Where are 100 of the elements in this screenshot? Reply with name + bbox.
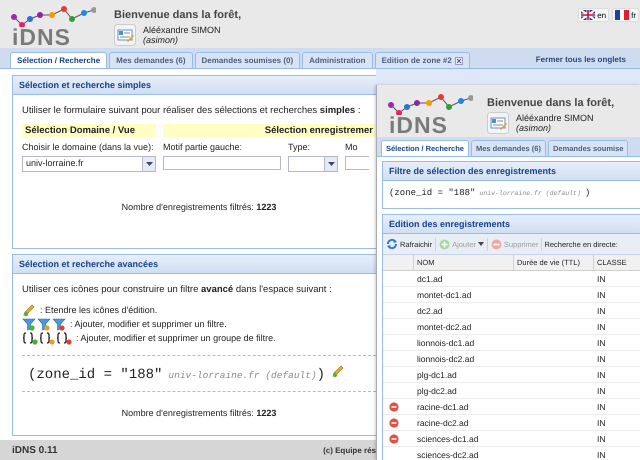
table-cell-text: IN <box>596 338 606 348</box>
input-field[interactable] <box>345 156 369 170</box>
table-row[interactable]: dc1.ad IN <box>383 271 640 287</box>
table-cell-text: IN <box>596 386 606 396</box>
tab[interactable]: Mes demandes (6) <box>109 52 193 68</box>
table-cell-text: IN <box>596 450 606 460</box>
table-cell-text: IN <box>596 434 606 444</box>
close-all-tabs-link[interactable]: Fermer tous les onglets <box>536 55 640 68</box>
logo-text: iDNS <box>12 27 71 47</box>
record-count: Nombre d'enregistrements filtrés: 1223 <box>120 408 278 418</box>
table-row[interactable]: montet-dc2.ad IN <box>383 319 640 335</box>
table-row[interactable]: lionnois-dc2.ad IN <box>383 351 640 367</box>
record-count: Nombre d'enregistrements filtrés: 1223 <box>120 202 278 212</box>
table-row[interactable]: racine-dc1.ad IN <box>383 399 640 415</box>
delete-icon[interactable] <box>389 402 399 412</box>
table-cell-text: lionnois-dc2.ad <box>416 354 476 364</box>
refresh-icon <box>386 238 398 250</box>
filter-edit-icon[interactable] <box>37 318 51 330</box>
select-field[interactable] <box>288 156 338 172</box>
panel-title: Edition des enregistrements <box>383 215 640 234</box>
field-label: Type: <box>288 142 312 152</box>
user-card-icon <box>487 112 509 134</box>
table-cell-text: racine-dc2.ad <box>416 418 470 428</box>
flag-icon <box>581 10 596 20</box>
table-row[interactable]: plg-dc2.ad IN <box>383 383 640 399</box>
legend-text: : Ajouter, modifier et supprimer un filtre. <box>70 319 227 329</box>
welcome-title: Bienvenue dans la forêt, <box>114 9 242 21</box>
table-cell-text: plg-dc1.ad <box>416 370 458 380</box>
plus-icon <box>439 238 450 250</box>
table-cell-text: IN <box>596 418 606 428</box>
flag-icon <box>615 10 630 20</box>
table-cell-text: dc2.ad <box>416 306 444 316</box>
table-row[interactable]: sciences-dc2.ad IN <box>383 447 640 460</box>
minus-icon <box>490 238 502 250</box>
caret-icon <box>328 162 334 166</box>
tab[interactable]: Sélection / Recherche <box>10 52 108 68</box>
table-cell-text: montet-dc2.ad <box>416 322 472 332</box>
table-row[interactable]: montet-dc1.ad IN <box>383 287 640 303</box>
tab[interactable]: Demandes soumises (0) <box>194 52 300 68</box>
field-label: Mo <box>345 142 359 152</box>
credit-text: (c) Equipe rés <box>323 446 376 454</box>
close-icon[interactable] <box>454 56 463 64</box>
filter-delete-icon[interactable] <box>52 318 66 330</box>
tab[interactable]: Edition de zone #2 <box>374 52 470 68</box>
table-cell-text: IN <box>596 290 606 300</box>
table-row[interactable]: plg-dc1.ad IN <box>383 367 640 383</box>
user-name: Alééxandre SIMON <box>143 25 221 35</box>
table-cell-text: lionnois-dc1.ad <box>416 338 476 348</box>
user-name: Alééxandre SIMON <box>516 113 594 123</box>
table-cell-text: IN <box>596 322 606 332</box>
table-cell-text: montet-dc1.ad <box>416 290 472 300</box>
table-cell-text: IN <box>596 274 606 284</box>
delete-icon[interactable] <box>389 418 399 428</box>
filter-expression: (zone_id = "188" <box>28 367 162 383</box>
panel-title: Filtre de sélection des enregistrements <box>383 162 640 181</box>
input-field[interactable] <box>163 156 281 170</box>
table-cell-text: sciences-dc1.ad <box>416 434 480 444</box>
filter-add-icon[interactable] <box>22 318 36 330</box>
closing-paren: ) <box>584 188 590 198</box>
domain-hint: univ-lorraine.fr (default) <box>168 370 317 381</box>
pencil-icon[interactable] <box>331 364 346 378</box>
select-field[interactable]: univ-lorraine.fr <box>22 156 156 172</box>
panel-title: Sélection et recherche avancées <box>13 255 376 274</box>
welcome-title: Bienvenue dans la forêt, <box>487 97 614 109</box>
filter-expression: (zone_id = "188" <box>389 188 476 198</box>
table-row[interactable]: lionnois-dc1.ad IN <box>383 335 640 351</box>
panel-title: Sélection et recherche simples <box>13 76 376 95</box>
section-heading: Sélection enregistremer <box>163 124 376 137</box>
section-heading: Sélection Domaine / Vue <box>22 124 156 137</box>
user-login: (asimon) <box>516 123 552 133</box>
intro-text: Utiliser ces icônes pour construire un filtre avancé dans l'espace suivant : <box>22 284 333 295</box>
user-login: (asimon) <box>143 35 180 45</box>
legend-text: : Etendre les icônes d'édition. <box>40 305 158 315</box>
table-cell-text: IN <box>596 306 606 316</box>
table-row[interactable]: sciences-dc1.ad IN <box>383 431 640 447</box>
group-add-icon[interactable] <box>22 332 38 344</box>
group-delete-icon[interactable] <box>56 332 72 344</box>
table-cell-text: dc1.ad <box>416 274 444 284</box>
field-label: Motif partie gauche: <box>163 142 244 152</box>
closing-paren: ) <box>316 367 326 383</box>
table-cell-text: IN <box>596 370 606 380</box>
field-label: Choisir le domaine (dans la vue): <box>22 142 155 152</box>
delete-icon[interactable] <box>389 434 399 444</box>
version-text: iDNS 0.11 <box>12 444 58 456</box>
language-button[interactable]: fr <box>612 8 639 22</box>
table-cell-text: plg-dc2.ad <box>416 386 458 396</box>
caret-icon <box>146 162 152 166</box>
language-button[interactable]: en <box>578 8 610 22</box>
table-cell-text: IN <box>596 402 606 412</box>
tab[interactable]: Administration <box>302 52 373 68</box>
table-cell-text: racine-dc1.ad <box>416 402 470 412</box>
group-edit-icon[interactable] <box>39 332 55 344</box>
table-row[interactable]: dc2.ad IN <box>383 303 640 319</box>
pencil-icon[interactable] <box>22 303 36 317</box>
table-cell-text: IN <box>596 354 606 364</box>
intro-text: Utiliser le formulaire suivant pour réaliser des sélections et recherches simples : <box>22 105 362 116</box>
logo-text: iDNS <box>389 115 448 135</box>
legend-text: : Ajouter, modifier et supprimer un groupe de filtre. <box>76 333 276 343</box>
table-row[interactable]: racine-dc2.ad IN <box>383 415 640 431</box>
table-cell-text: sciences-dc2.ad <box>416 450 480 460</box>
